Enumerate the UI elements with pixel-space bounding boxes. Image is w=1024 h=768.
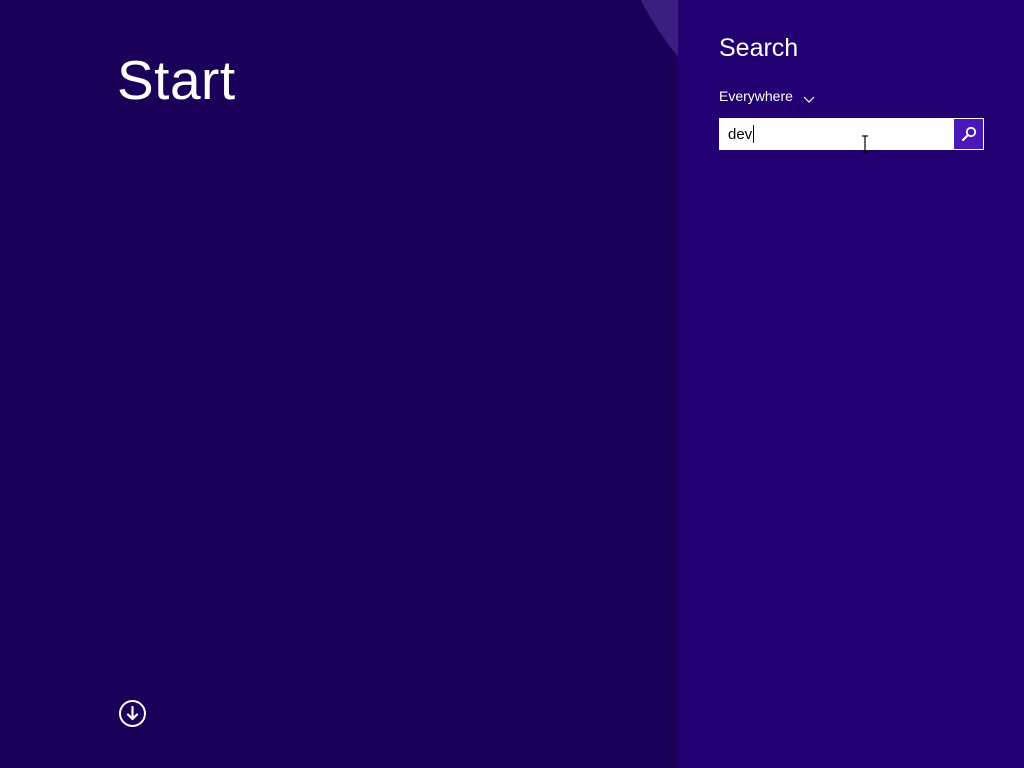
magnifier-icon — [961, 126, 977, 142]
start-screen: Start — [0, 0, 678, 768]
all-apps-button[interactable] — [119, 700, 146, 727]
arrow-down-circle-icon — [126, 705, 139, 721]
background-arc — [610, 0, 678, 160]
search-button[interactable] — [954, 119, 983, 149]
chevron-down-icon — [803, 91, 815, 103]
search-box — [719, 118, 984, 150]
search-input[interactable] — [719, 118, 953, 150]
search-pane: Search Everywhere — [678, 0, 1024, 768]
search-scope-label: Everywhere — [719, 88, 793, 104]
text-caret — [753, 125, 754, 143]
search-scope-dropdown[interactable]: Everywhere — [719, 86, 815, 106]
start-title: Start — [117, 49, 236, 111]
search-pane-title: Search — [719, 34, 799, 62]
